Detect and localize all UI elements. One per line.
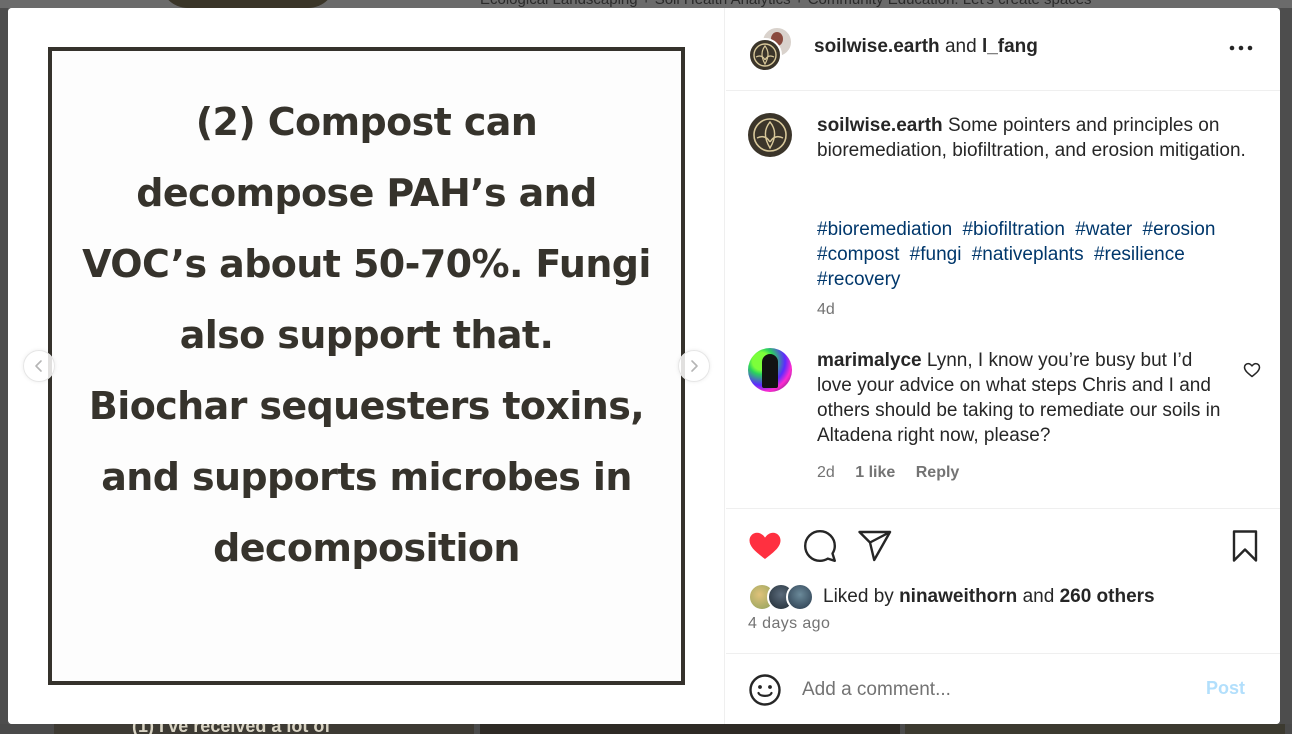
comment-text: marimalyce Lynn, I know you’re busy but … xyxy=(817,348,1229,448)
comment-username[interactable]: marimalyce xyxy=(817,350,922,371)
heart-outline-icon xyxy=(1243,362,1261,378)
background-post-tile xyxy=(480,724,900,734)
post-actions: Liked by ninaweithorn and 260 others 4 d… xyxy=(726,508,1280,653)
caption-text: soilwise.earth Some pointers and princip… xyxy=(817,113,1257,163)
comment-reply-button[interactable]: Reply xyxy=(916,464,960,481)
liked-by-prefix: Liked by xyxy=(823,586,894,607)
comment-input[interactable] xyxy=(802,674,1192,706)
post-details-panel: soilwise.earth and l_fang soilwise.earth… xyxy=(726,8,1280,724)
soilwise-logo-icon xyxy=(753,118,787,152)
background-left xyxy=(0,8,8,724)
post-media: (2) Compost can decompose PAH’s and VOC’… xyxy=(8,8,725,724)
avatar xyxy=(748,38,782,72)
liked-by-user-link[interactable]: ninaweithorn xyxy=(899,586,1017,607)
chevron-left-icon xyxy=(35,360,42,372)
save-button[interactable] xyxy=(1226,527,1264,565)
hashtag-link[interactable]: #compost xyxy=(817,244,899,265)
header-title: soilwise.earth and l_fang xyxy=(814,36,1038,58)
comment-timestamp[interactable]: 2d xyxy=(817,464,835,481)
comment-icon xyxy=(804,530,836,562)
more-options-button[interactable] xyxy=(1226,36,1256,60)
hashtag-link[interactable]: #resilience xyxy=(1094,244,1185,265)
carousel-next-button[interactable] xyxy=(678,350,710,382)
caption-username[interactable]: soilwise.earth xyxy=(817,115,943,136)
comment-meta: 2d 1 like Reply xyxy=(817,464,975,482)
caption-timestamp[interactable]: 4d xyxy=(817,301,835,319)
slide-line: Biochar sequesters toxins, xyxy=(88,384,645,428)
collab-avatars[interactable] xyxy=(748,26,794,72)
background-right xyxy=(1280,8,1292,724)
comments-area[interactable]: soilwise.earth Some pointers and princip… xyxy=(726,92,1280,508)
heart-filled-icon xyxy=(749,532,781,559)
bookmark-icon xyxy=(1232,530,1258,562)
like-button[interactable] xyxy=(746,527,784,565)
collaborator-link[interactable]: l_fang xyxy=(982,36,1038,57)
background-post-tile xyxy=(905,724,1285,734)
carousel-prev-button[interactable] xyxy=(23,350,55,382)
hashtag-list: #bioremediation #biofiltration #water #e… xyxy=(817,217,1257,292)
comment-like-button[interactable] xyxy=(1242,360,1262,380)
more-icon xyxy=(1229,45,1253,51)
carousel-slide: (2) Compost can decompose PAH’s and VOC’… xyxy=(48,47,685,685)
share-button[interactable] xyxy=(856,527,894,565)
slide-line: VOC’s about 50-70%. Fungi xyxy=(82,242,651,286)
share-icon xyxy=(858,530,892,562)
liked-by: Liked by ninaweithorn and 260 others xyxy=(748,583,1268,611)
background-tile-text: (1) I've received a lot of xyxy=(132,724,331,734)
emoji-icon xyxy=(749,674,781,706)
slide-line: also support that. xyxy=(179,313,554,357)
account-link[interactable]: soilwise.earth xyxy=(814,36,940,57)
background-profile-logo xyxy=(160,0,336,8)
slide-line: decompose PAH’s and xyxy=(136,171,597,215)
hashtag-link[interactable]: #recovery xyxy=(817,269,900,290)
avatar[interactable] xyxy=(748,113,792,157)
soilwise-logo-icon xyxy=(753,43,777,67)
liked-by-and: and xyxy=(1022,586,1055,607)
background-bio-text: Ecological Landscaping + Soil Health Ana… xyxy=(480,0,1092,8)
add-comment-bar: Post xyxy=(726,653,1280,724)
slide-line: decomposition xyxy=(213,526,520,570)
hashtag-link[interactable]: #water xyxy=(1075,219,1132,240)
post-comment-button[interactable]: Post xyxy=(1206,678,1245,699)
hashtag-link[interactable]: #fungi xyxy=(910,244,962,265)
post-modal: (2) Compost can decompose PAH’s and VOC’… xyxy=(8,8,1280,724)
background-post-tile: (1) I've received a lot of xyxy=(54,724,474,734)
slide-text: (2) Compost can decompose PAH’s and VOC’… xyxy=(67,87,667,584)
emoji-button[interactable] xyxy=(747,672,783,708)
hashtag-link[interactable]: #biofiltration xyxy=(962,219,1064,240)
background-page-top: Ecological Landscaping + Soil Health Ana… xyxy=(0,0,1292,8)
liked-by-text: Liked by ninaweithorn and 260 others xyxy=(823,586,1155,608)
hashtag-link[interactable]: #erosion xyxy=(1143,219,1216,240)
liked-by-others-link[interactable]: 260 others xyxy=(1060,586,1155,607)
avatar[interactable] xyxy=(748,348,792,392)
slide-line: and supports microbes in xyxy=(101,455,632,499)
slide-line: (2) Compost can xyxy=(195,100,538,144)
post-timestamp[interactable]: 4 days ago xyxy=(748,615,830,633)
comment-likes[interactable]: 1 like xyxy=(855,464,895,481)
hashtag-link[interactable]: #nativeplants xyxy=(972,244,1084,265)
comment-button[interactable] xyxy=(801,527,839,565)
chevron-right-icon xyxy=(691,360,698,372)
avatar[interactable] xyxy=(786,583,814,611)
header-and: and xyxy=(944,36,977,57)
post-header: soilwise.earth and l_fang xyxy=(726,8,1280,91)
hashtag-link[interactable]: #bioremediation xyxy=(817,219,952,240)
